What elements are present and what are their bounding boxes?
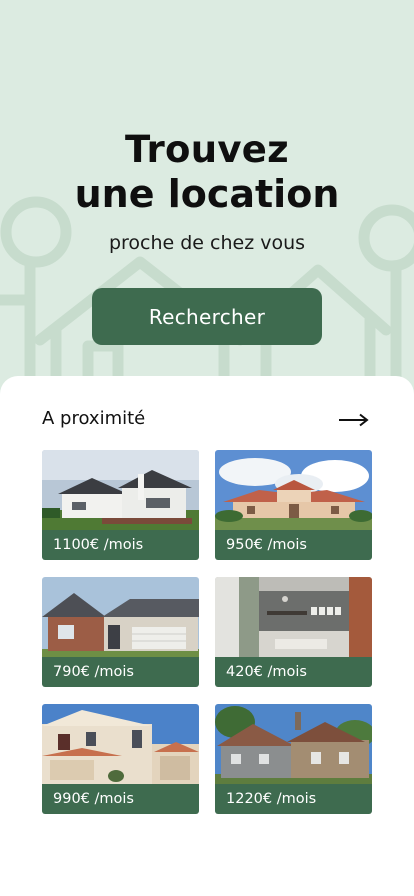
brick-suburban-house-photo (42, 577, 199, 657)
stone-cottage-photo (215, 704, 372, 784)
listing-card[interactable]: 790€ /mois (42, 577, 199, 687)
section-title: A proximité (42, 408, 146, 429)
listing-price: 420€ /mois (215, 657, 372, 687)
stucco-house-photo (42, 704, 199, 784)
modern-white-house-photo (42, 450, 199, 530)
search-button[interactable]: Rechercher (92, 288, 322, 345)
listing-price: 1100€ /mois (42, 530, 199, 560)
listing-price: 990€ /mois (42, 784, 199, 814)
mediterranean-villa-photo (215, 450, 372, 530)
listing-card[interactable]: 990€ /mois (42, 704, 199, 814)
apartment-interior-photo (215, 577, 372, 657)
title-line-1: Trouvez (124, 128, 290, 171)
listing-card[interactable]: 420€ /mois (215, 577, 372, 687)
listing-price: 1220€ /mois (215, 784, 372, 814)
hero-section: Trouvez une location proche de chez vous… (0, 0, 414, 400)
arrow-right-icon[interactable] (337, 410, 371, 430)
page-title: Trouvez une location (0, 128, 414, 216)
subtitle: proche de chez vous (108, 232, 306, 254)
listing-card[interactable]: 950€ /mois (215, 450, 372, 560)
listing-card[interactable]: 1100€ /mois (42, 450, 199, 560)
listing-card[interactable]: 1220€ /mois (215, 704, 372, 814)
nearby-panel: A proximité 1100€ /mois 950€ /mois 790€ … (0, 376, 414, 896)
title-line-2: une location (74, 172, 340, 216)
listing-price: 950€ /mois (215, 530, 372, 560)
listing-price: 790€ /mois (42, 657, 199, 687)
